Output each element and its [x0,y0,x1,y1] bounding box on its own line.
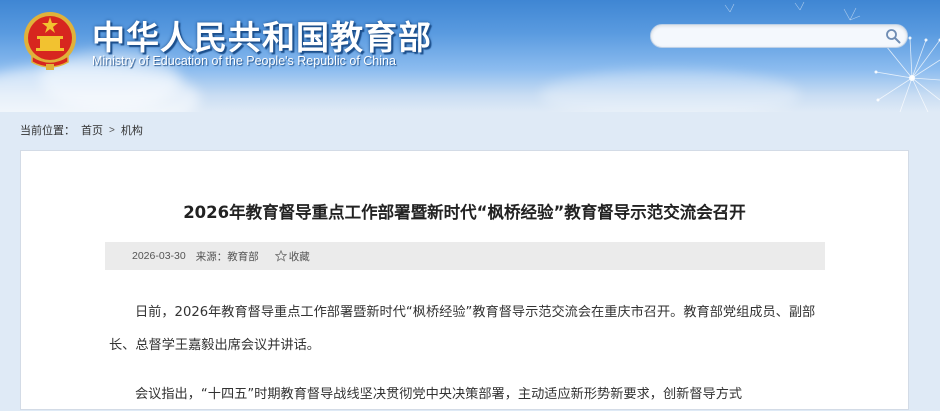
national-emblem-icon [22,8,78,72]
breadcrumb-link-home[interactable]: 首页 [81,122,103,138]
favorite-button[interactable]: 收藏 [275,249,310,264]
breadcrumb: 当前位置： 首页 > 机构 [20,123,143,137]
publish-date: 2026-03-30 [132,250,186,262]
favorite-label: 收藏 [289,249,310,264]
search-icon[interactable] [885,28,901,44]
site-title: 中华人民共和国教育部 [92,11,432,59]
star-icon [275,250,287,262]
source-name: 教育部 [227,249,259,264]
site-subtitle: Ministry of Education of the People's Re… [92,54,396,68]
article-meta-bar: 2026-03-30 来源： 教育部 收藏 [105,242,825,270]
search-input[interactable] [663,28,877,46]
breadcrumb-link-institutions[interactable]: 机构 [121,122,143,138]
breadcrumb-label: 当前位置： [20,122,75,138]
article-paragraph: 日前，2026年教育督导重点工作部署暨新时代“枫桥经验”教育督导示范交流会在重庆… [109,296,831,362]
source-label: 来源： [196,249,228,264]
header-banner: 中华人民共和国教育部 Ministry of Education of the … [0,0,940,112]
article-title: 2026年教育督导重点工作部署暨新时代“枫桥经验”教育督导示范交流会召开 [21,199,908,223]
article-container: 2026年教育督导重点工作部署暨新时代“枫桥经验”教育督导示范交流会召开 202… [20,150,909,410]
search-box [650,24,908,48]
breadcrumb-separator: > [109,125,115,136]
dandelion-decoration [700,0,940,112]
article-paragraph: 会议指出，“十四五”时期教育督导战线坚决贯彻党中央决策部署，主动适应新形势新要求… [109,378,831,411]
